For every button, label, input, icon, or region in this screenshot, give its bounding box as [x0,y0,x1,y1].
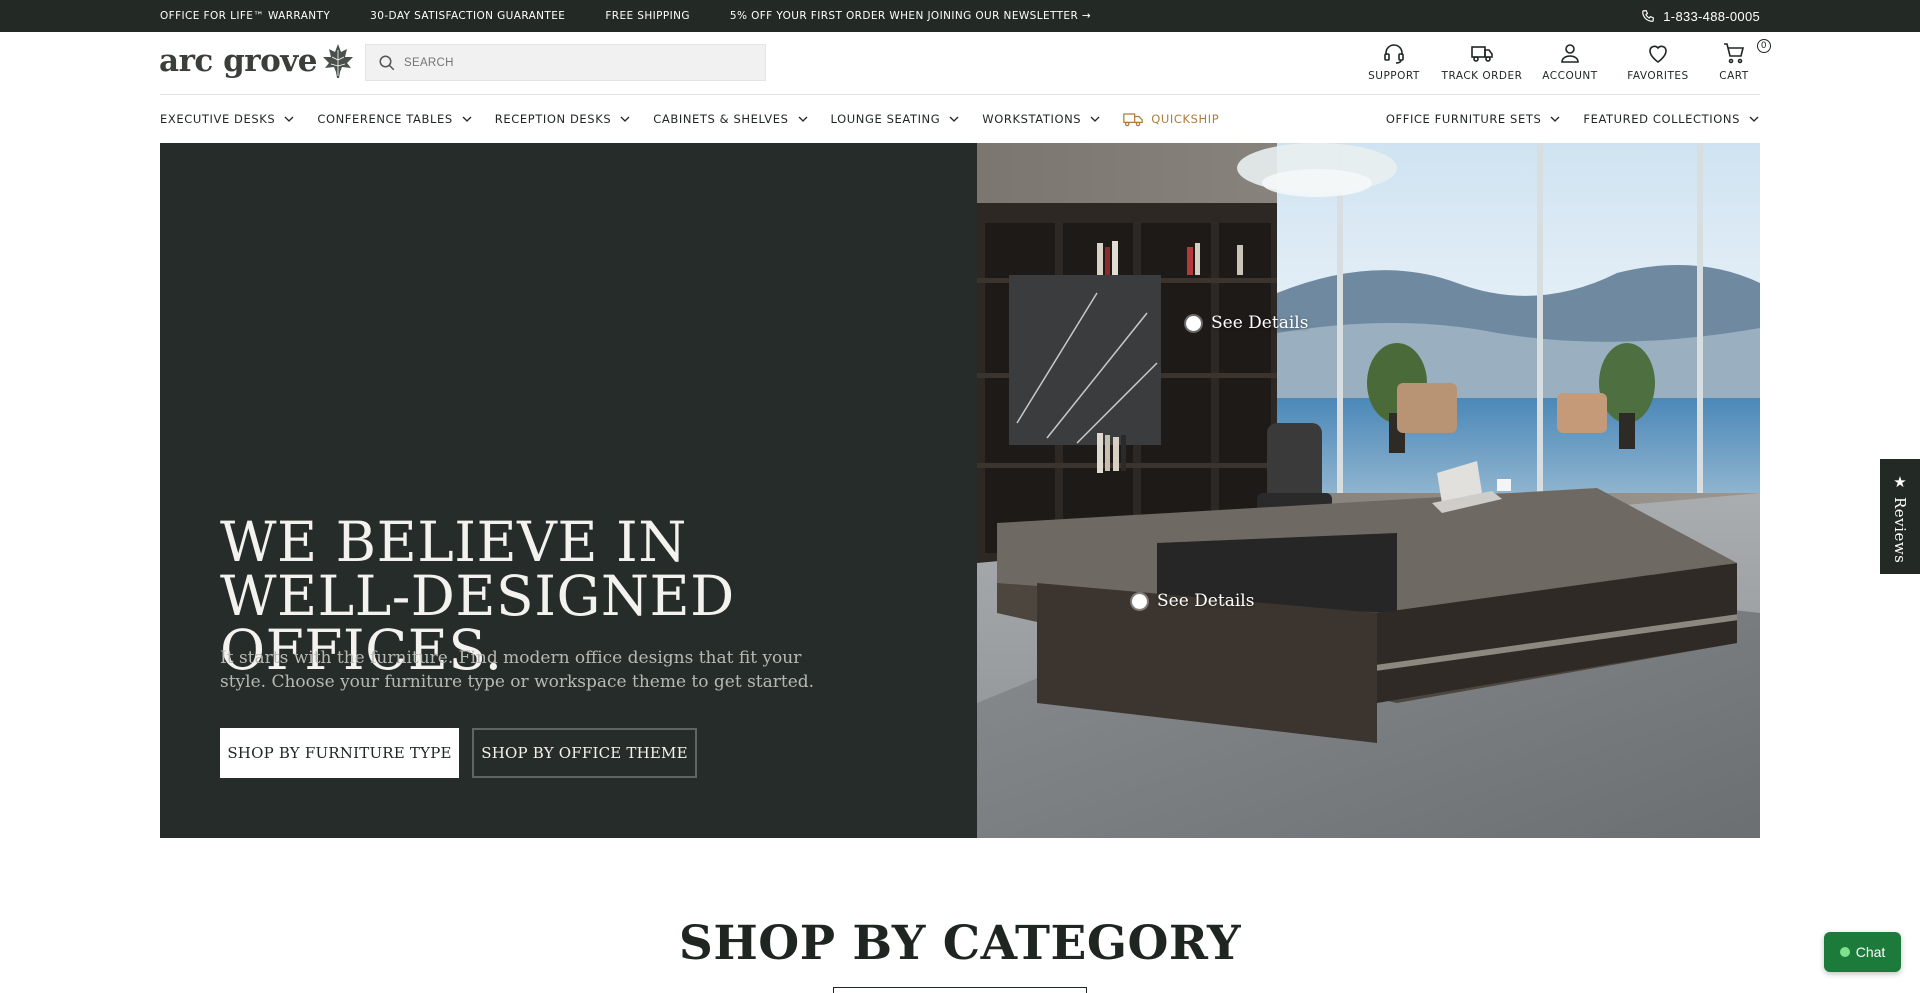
nav-executive-desks[interactable]: EXECUTIVE DESKS [160,112,295,126]
chat-button[interactable]: Chat [1824,932,1901,972]
cart-icon [1724,43,1745,64]
nav-workstations[interactable]: WORKSTATIONS [982,112,1101,126]
nav-label: WORKSTATIONS [982,112,1082,126]
nav-label: RECEPTION DESKS [494,112,612,126]
announcement-messages: OFFICE FOR LIFE™ WARRANTY 30-DAY SATISFA… [160,0,1091,32]
hotspot-see-details-desk[interactable]: See Details [1132,591,1254,611]
search-icon [379,55,395,70]
support-button[interactable]: SUPPORT [1350,41,1438,82]
phone-link[interactable]: 1-833-488-0005 [1641,0,1760,32]
nav-cabinets-shelves[interactable]: CABINETS & SHELVES [653,112,808,126]
nav-label: LOUNGE SEATING [830,112,941,126]
heart-icon [1649,45,1667,63]
hero-banner: WE BELIEVE IN WELL-DESIGNED OFFICES. It … [160,143,1760,838]
favorites-label: FAVORITES [1627,70,1689,82]
satisfaction-link[interactable]: 30-DAY SATISFACTION GUARANTEE [370,10,565,22]
track-order-button[interactable]: TRACK ORDER [1438,41,1526,82]
hotspot-label: See Details [1157,591,1255,611]
user-icon [1561,44,1579,63]
chevron-down-icon [798,116,807,122]
nav-right-group: OFFICE FURNITURE SETS FEATURED COLLECTIO… [1386,112,1760,126]
reviews-tab[interactable]: ★ Reviews [1880,459,1920,574]
delivery-truck-icon [1123,113,1144,127]
office-scene-illustration [977,143,1760,838]
maple-leaf-icon [323,44,354,78]
support-label: SUPPORT [1368,70,1420,82]
nav-label: OFFICE FURNITURE SETS [1385,112,1542,126]
hotspot-dot [1132,593,1147,609]
chevron-down-icon [1090,116,1100,122]
nav-lounge-seating[interactable]: LOUNGE SEATING [831,112,961,126]
main-nav: EXECUTIVE DESKS CONFERENCE TABLES RECEPT… [160,96,1760,142]
reviews-label: Reviews [1891,497,1909,564]
hotspot-see-details-shelf[interactable]: See Details [1186,313,1308,333]
shop-by-office-theme-button[interactable]: SHOP BY OFFICE THEME [472,728,697,778]
search-input[interactable] [404,56,744,69]
nav-conference-tables[interactable]: CONFERENCE TABLES [317,112,472,126]
hero-subtext: It starts with the furniture. Find moder… [220,648,815,692]
shop-by-category-title: SHOP BY CATEGORY [678,916,1242,971]
hero-image: See Details See Details [977,143,1760,838]
chat-label: Chat [1855,944,1886,960]
nav-label: FEATURED COLLECTIONS [1583,112,1740,126]
hero-text-panel: WE BELIEVE IN WELL-DESIGNED OFFICES. It … [160,143,977,838]
search-bar[interactable] [365,44,766,81]
free-shipping-link[interactable]: FREE SHIPPING [605,10,690,22]
nav-label: CONFERENCE TABLES [317,112,453,126]
phone-number: 1-833-488-0005 [1663,8,1760,24]
track-order-label: TRACK ORDER [1441,70,1523,82]
star-icon: ★ [1893,474,1907,491]
nav-label: EXECUTIVE DESKS [160,112,276,126]
account-button[interactable]: ACCOUNT [1526,41,1614,82]
favorites-button[interactable]: FAVORITES [1614,41,1702,82]
nav-quickship[interactable]: QUICKSHIP [1123,111,1219,127]
nav-featured-collections[interactable]: FEATURED COLLECTIONS [1583,112,1760,126]
logo-wordmark: arc grove [159,43,318,79]
truck-icon [1471,46,1493,62]
hotspot-label: See Details [1211,313,1309,333]
cart-label: CART [1719,70,1749,82]
chevron-down-icon [1749,116,1759,122]
chat-status-icon [1839,947,1850,957]
hotspot-dot [1186,315,1201,331]
warranty-link[interactable]: OFFICE FOR LIFE™ WARRANTY [160,10,330,22]
nav-label: QUICKSHIP [1151,112,1220,126]
chevron-down-icon [462,116,472,122]
cart-count-badge: 0 [1757,39,1771,53]
nav-reception-desks[interactable]: RECEPTION DESKS [495,112,631,126]
site-header: arc grove SUPPORT TRACK ORDER ACCOUNT FA… [0,32,1920,94]
phone-icon [1642,10,1655,22]
nav-office-furniture-sets[interactable]: OFFICE FURNITURE SETS [1386,112,1562,126]
announcement-bar: OFFICE FOR LIFE™ WARRANTY 30-DAY SATISFA… [0,0,1920,32]
cart-button[interactable]: 0 CART [1708,39,1771,82]
shop-by-furniture-type-button[interactable]: SHOP BY FURNITURE TYPE [220,728,459,778]
newsletter-link[interactable]: 5% OFF YOUR FIRST ORDER WHEN JOINING OUR… [730,10,1091,22]
chevron-down-icon [620,116,630,122]
header-actions: SUPPORT TRACK ORDER ACCOUNT FAVORITES 0 … [1350,39,1771,82]
chevron-down-icon [949,116,959,122]
header-divider [160,94,1760,95]
nav-label: CABINETS & SHELVES [653,112,789,126]
category-tab-outline[interactable] [833,987,1087,993]
chevron-down-icon [1550,116,1560,122]
headset-icon [1384,44,1404,64]
account-label: ACCOUNT [1542,70,1598,82]
chevron-down-icon [284,116,294,122]
logo[interactable]: arc grove [159,42,355,80]
